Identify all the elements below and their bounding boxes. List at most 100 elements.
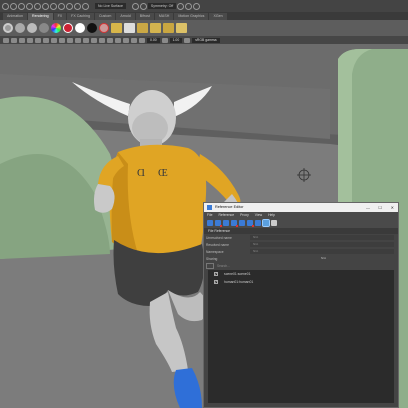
tab-mash[interactable]: MASH — [154, 13, 174, 20]
snap-view-icon[interactable] — [74, 2, 81, 10]
field-chart-icon[interactable] — [67, 37, 73, 43]
paint-tool-icon[interactable] — [18, 2, 25, 10]
menu-reference[interactable]: Reference — [218, 212, 234, 218]
namespace-label: Namespace — [206, 249, 224, 254]
tab-custom[interactable]: Custom — [94, 13, 116, 20]
camera-icon[interactable] — [15, 23, 25, 33]
filter-toggle[interactable] — [206, 263, 214, 269]
reload-reference-icon[interactable] — [207, 220, 213, 226]
select-camera-icon[interactable] — [3, 37, 9, 43]
render-sphere-icon[interactable] — [63, 23, 73, 33]
lock-reference-icon[interactable] — [247, 220, 254, 227]
folder-icon[interactable] — [111, 23, 122, 33]
menu-view[interactable]: View — [255, 212, 262, 218]
gamma-icon[interactable] — [161, 37, 168, 43]
light-icon[interactable] — [27, 23, 37, 33]
construction-history-icon[interactable] — [139, 2, 147, 10]
snap-curve-icon[interactable] — [58, 2, 65, 10]
import-objects-icon[interactable] — [239, 220, 245, 226]
tab-xgen[interactable]: XGen — [209, 13, 227, 20]
exposure-field[interactable]: 0.00 — [147, 37, 160, 43]
options-icon[interactable] — [271, 220, 277, 226]
grid-icon[interactable] — [35, 37, 41, 43]
wireframe-icon[interactable] — [83, 37, 89, 43]
remove-reference-icon[interactable] — [231, 220, 238, 227]
namespace-field[interactable]: N/A — [250, 249, 394, 254]
shadows-icon[interactable] — [115, 37, 121, 43]
select-objects-icon[interactable] — [255, 220, 261, 226]
resolution-gate-icon[interactable] — [51, 37, 57, 43]
texture-icon[interactable] — [150, 23, 161, 33]
directional-light-icon[interactable] — [39, 23, 49, 33]
snap-surface-icon[interactable] — [82, 2, 89, 10]
image-plane-icon[interactable] — [27, 37, 33, 43]
sharing-row: Sharing N/A — [204, 255, 398, 262]
render-layer-icon[interactable] — [176, 23, 187, 33]
live-surface-field[interactable]: No Live Surface — [95, 3, 126, 9]
xray-icon[interactable] — [139, 37, 145, 43]
tab-motion-graphics[interactable]: Motion Graphics — [174, 13, 209, 20]
shader-sphere-icon[interactable] — [99, 23, 109, 33]
gear-icon[interactable] — [3, 23, 13, 33]
resolved-name-field[interactable]: N/A — [250, 242, 394, 247]
smooth-shade-icon[interactable] — [91, 37, 97, 43]
list-item[interactable]: human01:human01 — [208, 278, 394, 286]
ipr-render-icon[interactable] — [185, 2, 193, 10]
color-space-field[interactable]: sRGB gamma — [192, 37, 220, 43]
menu-file[interactable]: File — [207, 212, 212, 218]
textured-icon[interactable] — [99, 37, 105, 43]
render-view-icon[interactable] — [124, 23, 135, 33]
tab-animation[interactable]: Animation — [3, 13, 27, 20]
tab-arnold[interactable]: Arnold — [116, 13, 135, 20]
reference-checkbox[interactable] — [214, 279, 218, 284]
render-settings-icon[interactable] — [193, 2, 201, 10]
menu-proxy[interactable]: Proxy — [240, 212, 249, 218]
history-icon[interactable] — [131, 2, 139, 10]
unresolved-name-field[interactable]: N/A — [250, 235, 394, 240]
white-material-icon[interactable] — [75, 23, 85, 33]
lights-icon[interactable] — [107, 37, 113, 43]
ambient-occlusion-icon[interactable] — [123, 37, 129, 43]
reference-editor-titlebar[interactable]: Reference Editor — ☐ ✕ — [204, 203, 398, 212]
status-line-toolbar: No Live Surface Symmetry: Off — [0, 0, 408, 12]
camera-attributes-icon[interactable] — [11, 37, 17, 43]
light-editor-icon[interactable] — [163, 23, 174, 33]
scale-tool-icon[interactable] — [42, 2, 49, 10]
snap-grid-icon[interactable] — [50, 2, 57, 10]
bookmark-icon[interactable] — [19, 37, 25, 43]
isolate-select-icon[interactable] — [131, 37, 137, 43]
gate-mask-icon[interactable] — [59, 37, 65, 43]
rotate-tool-icon[interactable] — [34, 2, 41, 10]
hypershade-icon[interactable] — [137, 23, 148, 33]
tab-fx-caching[interactable]: FX Caching — [67, 13, 94, 20]
symmetry-field[interactable]: Symmetry: Off — [147, 3, 177, 9]
tab-fx[interactable]: FX — [53, 13, 67, 20]
load-reference-icon[interactable] — [223, 220, 229, 226]
gamma-field[interactable]: 1.00 — [169, 37, 183, 43]
maximize-icon[interactable]: ☐ — [378, 203, 382, 212]
move-tool-icon[interactable] — [26, 2, 33, 10]
film-gate-icon[interactable] — [43, 37, 49, 43]
close-icon[interactable]: ✕ — [391, 203, 394, 212]
sharing-field[interactable]: N/A — [250, 256, 394, 261]
color-management-icon[interactable] — [184, 37, 191, 43]
tab-rendering[interactable]: Rendering — [27, 13, 53, 20]
minimize-icon[interactable]: — — [366, 203, 370, 212]
lasso-tool-icon[interactable] — [10, 2, 17, 10]
menu-help[interactable]: Help — [268, 212, 275, 218]
render-icon[interactable] — [177, 2, 185, 10]
unresolved-name-row: Unresolved name N/A — [204, 234, 398, 241]
filter-icon[interactable] — [262, 219, 270, 227]
unresolved-name-label: Unresolved name — [206, 235, 232, 240]
select-tool-icon[interactable] — [2, 2, 9, 10]
black-material-icon[interactable] — [87, 23, 97, 33]
unload-reference-icon[interactable] — [215, 220, 222, 227]
tab-bifrost[interactable]: Bifrost — [135, 13, 154, 20]
filter-search-field[interactable]: Search... — [217, 264, 230, 268]
namespace-row: Namespace N/A — [204, 248, 398, 255]
color-wheel-icon[interactable] — [51, 23, 61, 33]
snap-point-icon[interactable] — [66, 2, 73, 10]
list-item[interactable]: scene01:scene01 — [208, 270, 394, 278]
reference-checkbox[interactable] — [214, 271, 218, 276]
safe-action-icon[interactable] — [75, 37, 81, 43]
